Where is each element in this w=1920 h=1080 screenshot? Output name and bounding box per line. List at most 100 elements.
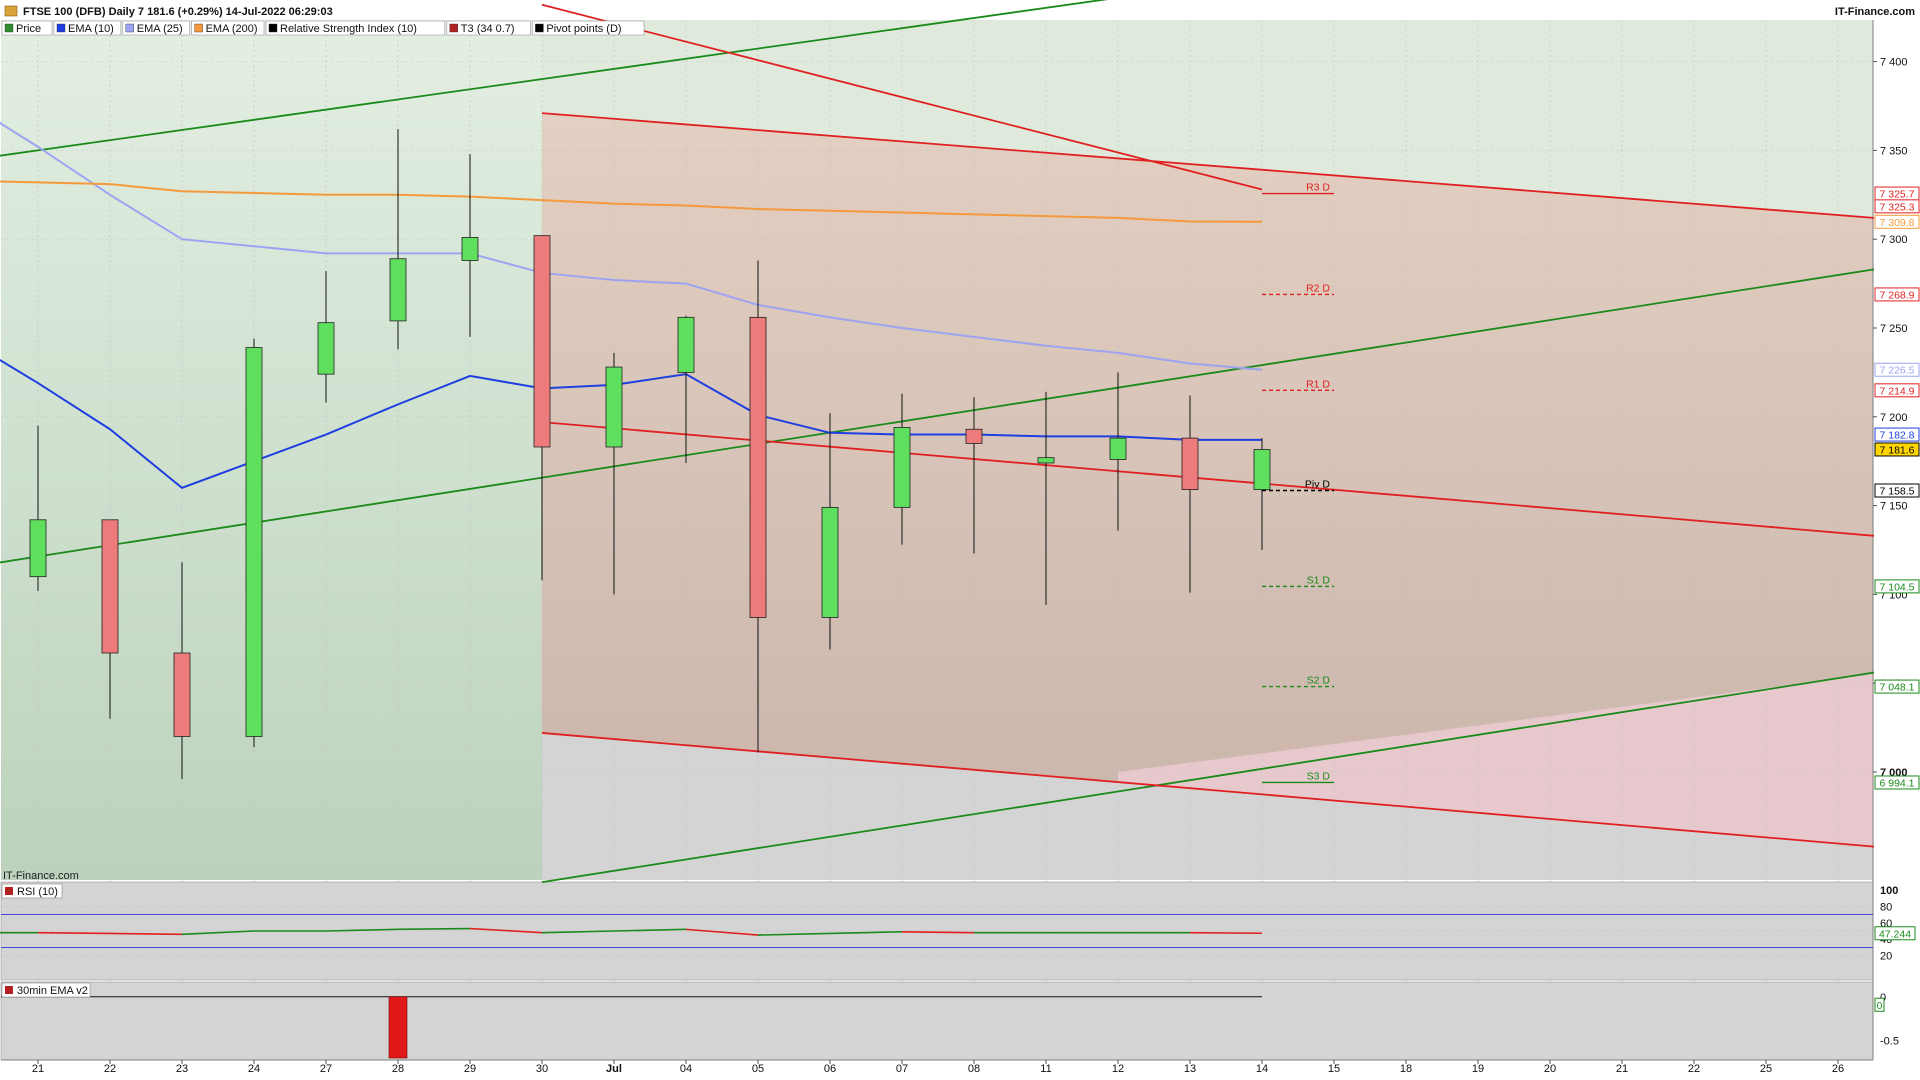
legend-swatch [4,23,14,33]
pivot-label: Piv D [1305,479,1331,491]
legend-label: EMA (10) [68,23,114,35]
oscillator-panel [0,981,1874,1061]
oscillator-label-swatch [5,986,13,994]
candle-body[interactable] [245,347,263,737]
chart-title: FTSE 100 (DFB) Daily 7 181.6 (+0.29%) 14… [23,6,333,18]
oscillator-value-label: 0 [1877,1001,1883,1012]
x-tick-label: 30 [536,1063,548,1075]
x-tick-label: 11 [1040,1063,1051,1075]
oscillator-bar [388,996,408,1059]
legend-label: EMA (200) [206,23,258,35]
candle-body[interactable] [101,519,119,654]
header-icon [4,5,18,17]
price-tag-label: 6 994.1 [1879,777,1914,789]
pivot-label: R1 D [1306,378,1330,390]
pivot-label: S2 D [1307,675,1331,687]
candle-body[interactable] [1253,449,1271,491]
price-tag-label: 7 309.8 [1879,217,1914,229]
price-tag-label: 7 325.7 [1879,189,1914,201]
price-tag-label: 7 268.9 [1879,289,1914,301]
y-tick-label: 7 150 [1880,501,1908,513]
price-tag-label: 7 158.5 [1879,486,1914,498]
candle-body[interactable] [1109,437,1127,460]
x-tick-label: 07 [896,1063,908,1075]
legend-label: Relative Strength Index (10) [280,23,417,35]
x-tick-label: 25 [1760,1063,1772,1075]
candle-body[interactable] [461,237,479,261]
legend-swatch [56,23,66,33]
candle-body[interactable] [533,235,551,448]
candle-body[interactable] [317,322,335,375]
legend: Price EMA (10) EMA (25) EMA (200) Relative S… [1,20,645,36]
rsi-value-label: 47.244 [1879,928,1911,940]
x-tick-label: 19 [1472,1063,1484,1075]
x-tick-label: 04 [680,1063,692,1075]
price-tag-label: 7 048.1 [1879,682,1914,694]
pivot-label: R3 D [1306,182,1330,194]
candle-body[interactable] [1037,457,1055,464]
candle-body[interactable] [677,316,695,373]
rsi-tick-label: 100 [1880,885,1898,897]
rsi-segment [1189,931,1263,935]
x-tick-label: 21 [32,1063,44,1075]
x-tick-label: 28 [392,1063,404,1075]
watermark: IT-Finance.com [3,870,79,882]
x-tick-label: 27 [320,1063,332,1075]
x-tick-label: 24 [248,1063,260,1075]
oscillator-tick-label: -0.5 [1880,1036,1899,1048]
y-tick-label: 7 350 [1880,145,1908,157]
candle-body[interactable] [821,506,839,618]
price-tag-label: 7 181.6 [1879,444,1914,456]
x-axis-area [0,1060,1920,1080]
candle-body[interactable] [1181,437,1199,491]
x-tick-label: 22 [104,1063,116,1075]
legend-swatch [125,23,135,33]
rsi-segment [901,931,975,934]
candle-body[interactable] [749,316,767,618]
x-tick-label: 06 [824,1063,836,1075]
x-tick-label: 26 [1832,1063,1844,1075]
chart-canvas[interactable]: R3 D R2 D R1 D Piv D S1 D S2 D S3 D RSI (10) 3… [0,0,1920,1080]
legend-label: Pivot points (D) [546,23,621,35]
brand-label: IT-Finance.com [1835,6,1915,18]
candle-body[interactable] [965,428,983,444]
x-tick-label: 23 [176,1063,188,1075]
price-tag-label: 7 182.8 [1879,430,1914,442]
price-tag-label: 7 214.9 [1879,385,1914,397]
rsi-segment [109,932,183,936]
candle-body[interactable] [29,519,47,578]
price-tag-label: 7 104.5 [1879,581,1914,593]
x-tick-label: 13 [1184,1063,1196,1075]
rsi-label: RSI (10) [17,886,58,898]
rsi-tick-label: 20 [1880,951,1892,963]
price-tag-label: 7 325.3 [1879,201,1914,213]
y-tick-label: 7 250 [1880,323,1908,335]
oscillator-label: 30min EMA v2 [17,985,88,997]
legend-swatch [194,23,203,33]
y-tick-label: 7 300 [1880,234,1908,246]
x-tick-label: 14 [1256,1063,1268,1075]
legend-label: Price [16,23,41,35]
pivot-label: S3 D [1307,770,1331,782]
candle-body[interactable] [893,427,911,508]
x-tick-label: 22 [1688,1063,1700,1075]
x-tick-label: 12 [1112,1063,1124,1075]
x-tick-label: 29 [464,1063,476,1075]
x-tick-label: Jul [606,1063,622,1075]
candle-body[interactable] [173,652,191,737]
legend-label: T3 (34 0.7) [461,23,515,35]
legend-swatch [268,23,278,33]
x-tick-label: 05 [752,1063,764,1075]
rsi-tick-label: 80 [1880,901,1892,913]
x-tick-label: 20 [1544,1063,1556,1075]
x-tick-label: 08 [968,1063,980,1075]
y-tick-label: 7 200 [1880,412,1908,424]
pivot-label: S1 D [1307,574,1331,586]
legend-label: EMA (25) [137,23,183,35]
legend-swatch [449,23,458,33]
candle-body[interactable] [605,366,623,448]
y-tick-label: 7 400 [1880,57,1908,69]
rsi-label-swatch [5,887,13,895]
green-channel-fill [1,20,542,880]
candle-body[interactable] [389,258,407,322]
